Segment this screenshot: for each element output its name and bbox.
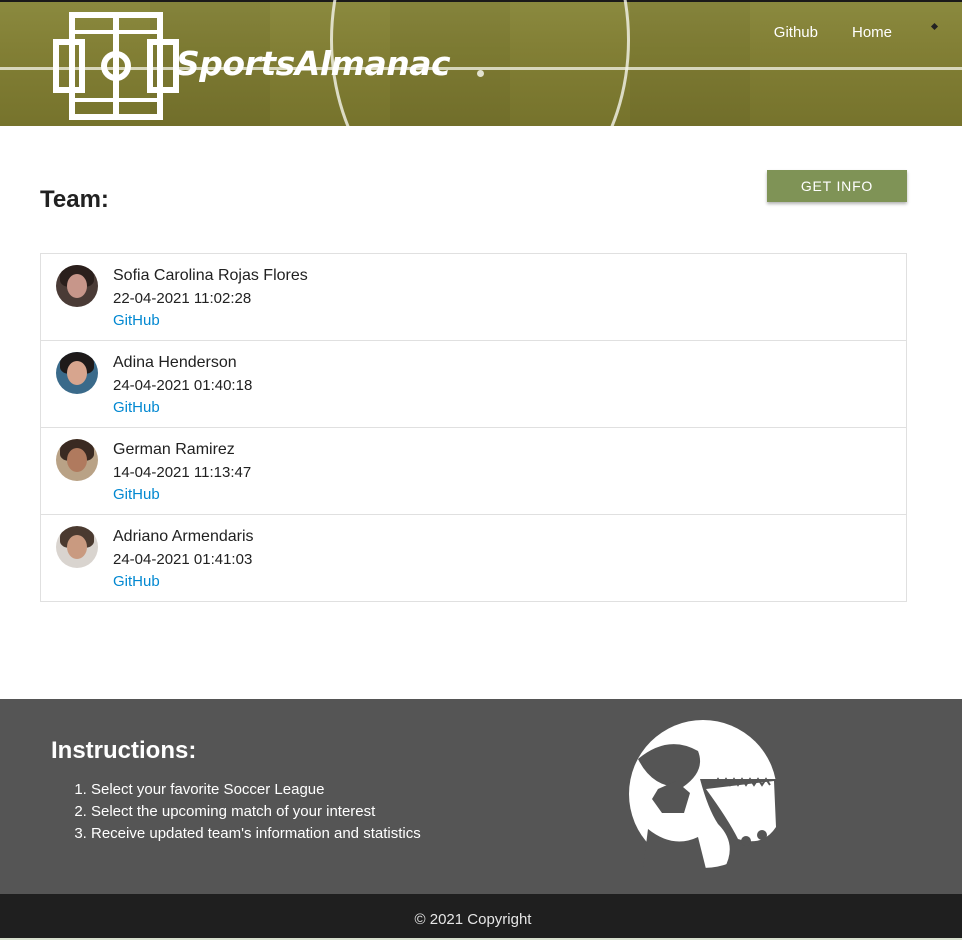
list-item: Adriano Armendaris 24-04-2021 01:41:03 G… [41, 515, 906, 601]
soccer-ball-cleat-icon [629, 720, 778, 869]
instruction-step: Select your favorite Soccer League [91, 779, 421, 801]
member-name: Adina Henderson [113, 354, 237, 371]
instructions-list: Select your favorite Soccer League Selec… [91, 779, 421, 845]
avatar [56, 352, 98, 394]
member-github-link[interactable]: GitHub [113, 573, 160, 590]
member-github-link[interactable]: GitHub [113, 312, 160, 329]
list-item: German Ramirez 14-04-2021 11:13:47 GitHu… [41, 428, 906, 515]
cursor-marker [930, 22, 939, 31]
team-list: Sofia Carolina Rojas Flores 22-04-2021 1… [40, 253, 907, 602]
member-name: German Ramirez [113, 441, 235, 458]
nav-link-github[interactable]: Github [774, 24, 818, 41]
list-item: Adina Henderson 24-04-2021 01:40:18 GitH… [41, 341, 906, 428]
member-date: 24-04-2021 01:40:18 [113, 377, 253, 394]
nav-link-home[interactable]: Home [852, 24, 892, 41]
member-name: Sofia Carolina Rojas Flores [113, 267, 308, 284]
soccer-field-icon[interactable] [52, 12, 180, 120]
brand-name[interactable]: SportsAlmanac [176, 44, 451, 83]
site-header: SportsAlmanac Github Home [0, 0, 962, 126]
copyright-bar: © 2021 Copyright [0, 894, 962, 940]
instructions-title: Instructions: [51, 737, 197, 764]
list-item: Sofia Carolina Rojas Flores 22-04-2021 1… [41, 254, 906, 341]
member-date: 24-04-2021 01:41:03 [113, 551, 253, 568]
instruction-step: Select the upcoming match of your intere… [91, 801, 421, 823]
avatar [56, 265, 98, 307]
avatar [56, 526, 98, 568]
field-stripe [630, 0, 750, 126]
member-github-link[interactable]: GitHub [113, 399, 160, 416]
get-info-button[interactable]: GET INFO [767, 170, 907, 202]
site-footer: Instructions: Select your favorite Socce… [0, 699, 962, 894]
member-github-link[interactable]: GitHub [113, 486, 160, 503]
page-title: Team: [40, 186, 109, 213]
member-date: 22-04-2021 11:02:28 [113, 290, 252, 307]
copyright-text: © 2021 Copyright [414, 911, 532, 928]
top-nav: Github Home [774, 24, 892, 41]
field-center-spot [477, 70, 484, 77]
member-date: 14-04-2021 11:13:47 [113, 464, 252, 481]
member-name: Adriano Armendaris [113, 528, 254, 545]
instruction-step: Receive updated team's information and s… [91, 823, 421, 845]
avatar [56, 439, 98, 481]
